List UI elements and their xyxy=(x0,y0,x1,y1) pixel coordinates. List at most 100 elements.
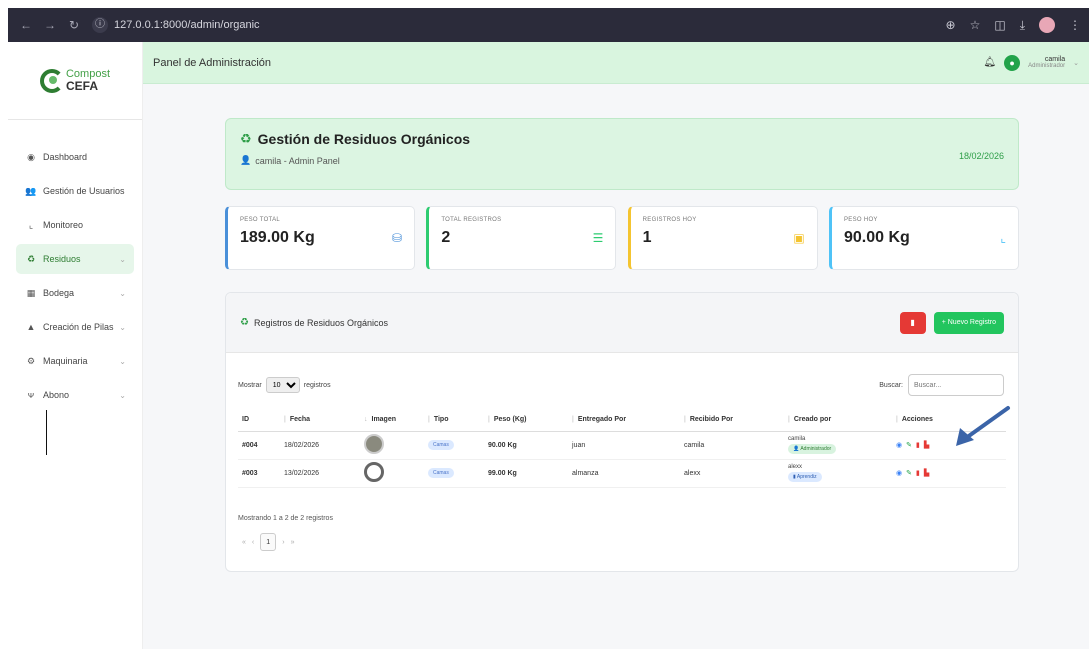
stat-value: 2 xyxy=(441,229,451,246)
sidebar-item-bodega[interactable]: ▦ Bodega ⌄ xyxy=(16,278,134,308)
list-icon: ☰ xyxy=(592,231,604,245)
compost-logo-icon xyxy=(39,68,64,93)
waste-photo-thumbnail[interactable] xyxy=(364,434,384,454)
back-icon[interactable]: ← xyxy=(16,18,36,32)
cell-tipo: Camas xyxy=(424,431,484,460)
sidebar-item-label: Gestión de Usuarios xyxy=(43,186,125,196)
show-label: Mostrar xyxy=(238,381,262,389)
column-header-tipo[interactable]: | Tipo xyxy=(424,409,484,432)
sidebar-item-maquinaria[interactable]: ⚙ Maquinaria ⌄ xyxy=(16,346,134,376)
address-bar[interactable]: ⓘ 127.0.0.1:8000/admin/organic xyxy=(92,14,260,36)
address-url[interactable]: 127.0.0.1:8000/admin/organic xyxy=(114,19,260,31)
cell-recibido: camila xyxy=(680,431,784,460)
prev-page-icon[interactable]: ‹ xyxy=(252,539,254,546)
profile-avatar[interactable] xyxy=(1039,17,1055,33)
first-page-icon[interactable]: « xyxy=(242,539,246,546)
stat-value: 90.00 Kg xyxy=(843,229,910,246)
column-header-fecha[interactable]: | Fecha xyxy=(280,409,360,432)
last-page-icon[interactable]: » xyxy=(291,539,295,546)
column-header-entregado[interactable]: | Entregado Por xyxy=(568,409,680,432)
bookmark-star-icon[interactable]: ☆ xyxy=(970,18,981,32)
pdf-icon[interactable]: ▙ xyxy=(924,469,929,477)
chevron-down-icon[interactable]: ⌄ xyxy=(1073,59,1079,67)
browser-menu-icon[interactable]: ⋮ xyxy=(1069,18,1081,32)
gears-icon: ⚙ xyxy=(26,355,36,366)
next-page-icon[interactable]: › xyxy=(282,539,284,546)
sidebar-item-users[interactable]: 👥 Gestión de Usuarios xyxy=(16,176,134,206)
top-bar: Panel de Administración 🔔︎ ● camila Admi… xyxy=(143,42,1089,84)
cell-fecha: 13/02/2026 xyxy=(280,459,360,488)
pagination-info: Mostrando 1 a 2 de 2 registros xyxy=(238,515,333,522)
chevron-down-icon: ⌄ xyxy=(119,390,126,400)
edit-icon[interactable]: ✎ xyxy=(906,469,912,477)
extensions-icon[interactable]: ◫ xyxy=(994,18,1005,32)
delete-icon[interactable]: ▮ xyxy=(916,469,920,477)
zoom-icon[interactable]: ⊕ xyxy=(946,18,956,32)
records-table: ID | Fecha ↓ Imagen | Tipo | Peso (Kg) | Entr… xyxy=(238,409,1006,488)
delete-icon[interactable]: ▮ xyxy=(916,441,920,449)
sidebar-item-abono[interactable]: ᴪ Abono ⌄ xyxy=(16,380,134,410)
logo-line2: CEFA xyxy=(65,79,98,93)
cell-recibido: alexx xyxy=(680,459,784,488)
forward-icon[interactable]: → xyxy=(40,18,60,32)
header-date: 18/02/2026 xyxy=(958,151,1004,161)
page-size-select[interactable]: 10 xyxy=(265,377,300,393)
mountain-icon: ▲ xyxy=(26,322,36,332)
new-record-button[interactable]: + Nuevo Registro xyxy=(933,311,1004,334)
role-badge: 👤 Administrador xyxy=(788,444,837,454)
cell-id: #003 xyxy=(238,459,280,488)
user-shield-icon: 👤 xyxy=(240,155,252,165)
waste-photo-thumbnail[interactable] xyxy=(364,462,384,482)
sidebar-item-monitoreo[interactable]: ⌞ Monitoreo xyxy=(16,210,134,240)
cell-peso: 99.00 Kg xyxy=(484,459,568,488)
pdf-icon[interactable]: ▙ xyxy=(924,441,929,449)
column-header-peso[interactable]: | Peso (Kg) xyxy=(484,409,568,432)
page-title: Panel de Administración xyxy=(153,56,272,69)
chart-line-icon: ⌞ xyxy=(1000,231,1006,245)
view-icon[interactable]: ◉ xyxy=(896,469,902,477)
cell-imagen[interactable] xyxy=(360,431,424,460)
cell-entregado: juan xyxy=(568,431,680,460)
chevron-down-icon: ⌄ xyxy=(119,288,126,298)
sidebar-item-pilas[interactable]: ▲ Creación de Pilas ⌄ xyxy=(16,312,134,342)
sidebar-item-residuos[interactable]: ♻ Residuos ⌄ xyxy=(16,244,134,274)
cell-fecha: 18/02/2026 xyxy=(280,431,360,460)
stat-label: PESO HOY xyxy=(843,217,878,223)
export-pdf-button[interactable]: ▮ xyxy=(899,311,926,334)
warehouse-icon: ▦ xyxy=(26,287,36,298)
reload-icon[interactable]: ↻ xyxy=(64,18,84,32)
column-header-imagen[interactable]: ↓ Imagen xyxy=(360,409,424,432)
avatar[interactable]: ● xyxy=(1004,54,1021,71)
sidebar-item-label: Dashboard xyxy=(43,152,88,162)
logo[interactable]: Compost CEFA xyxy=(8,42,142,120)
page-button[interactable]: 1 xyxy=(260,533,277,551)
user-menu[interactable]: camila Administrador xyxy=(1028,56,1065,69)
table-header-row: ID | Fecha ↓ Imagen | Tipo | Peso (Kg) | Entr… xyxy=(238,409,1006,432)
edit-icon[interactable]: ✎ xyxy=(906,441,912,449)
bell-icon[interactable]: 🔔︎ xyxy=(983,57,996,68)
stat-card-total-registros: TOTAL REGISTROS 2 ☰ xyxy=(426,206,617,270)
stat-card-peso-hoy: PESO HOY 90.00 Kg ⌞ xyxy=(828,206,1019,270)
stats-row: PESO TOTAL 189.00 Kg ⛁ TOTAL REGISTROS 2… xyxy=(225,206,1019,272)
search-input[interactable] xyxy=(908,374,1004,396)
cell-tipo: Camas xyxy=(424,459,484,488)
sidebar-item-label: Bodega xyxy=(43,288,75,298)
cell-imagen[interactable] xyxy=(360,459,424,488)
stat-value: 189.00 Kg xyxy=(240,229,315,246)
column-header-recibido[interactable]: | Recibido Por xyxy=(680,409,784,432)
records-card: ♻ Registros de Residuos Orgánicos ▮ + Nu… xyxy=(225,292,1019,572)
sidebar-nav: ◉ Dashboard 👥 Gestión de Usuarios ⌞ Moni… xyxy=(8,142,142,410)
view-icon[interactable]: ◉ xyxy=(896,441,902,449)
cell-acciones: ◉ ✎ ▮ ▙ xyxy=(892,459,1006,488)
annotation-arrow-icon xyxy=(956,406,1010,446)
column-header-id[interactable]: ID xyxy=(238,409,280,432)
sidebar-item-label: Creación de Pilas xyxy=(43,322,114,332)
site-info-icon[interactable]: ⓘ xyxy=(92,17,108,33)
table-row: #003 13/02/2026 Camas 99.00 Kg almanza a… xyxy=(238,459,1006,488)
sidebar-item-dashboard[interactable]: ◉ Dashboard xyxy=(16,142,134,172)
column-header-creado[interactable]: | Creado por xyxy=(784,409,892,432)
stat-label: REGISTROS HOY xyxy=(642,217,697,223)
stat-label: PESO TOTAL xyxy=(240,217,281,223)
download-icon[interactable]: ⤓ xyxy=(1020,18,1025,33)
dashboard-icon: ◉ xyxy=(27,151,35,162)
